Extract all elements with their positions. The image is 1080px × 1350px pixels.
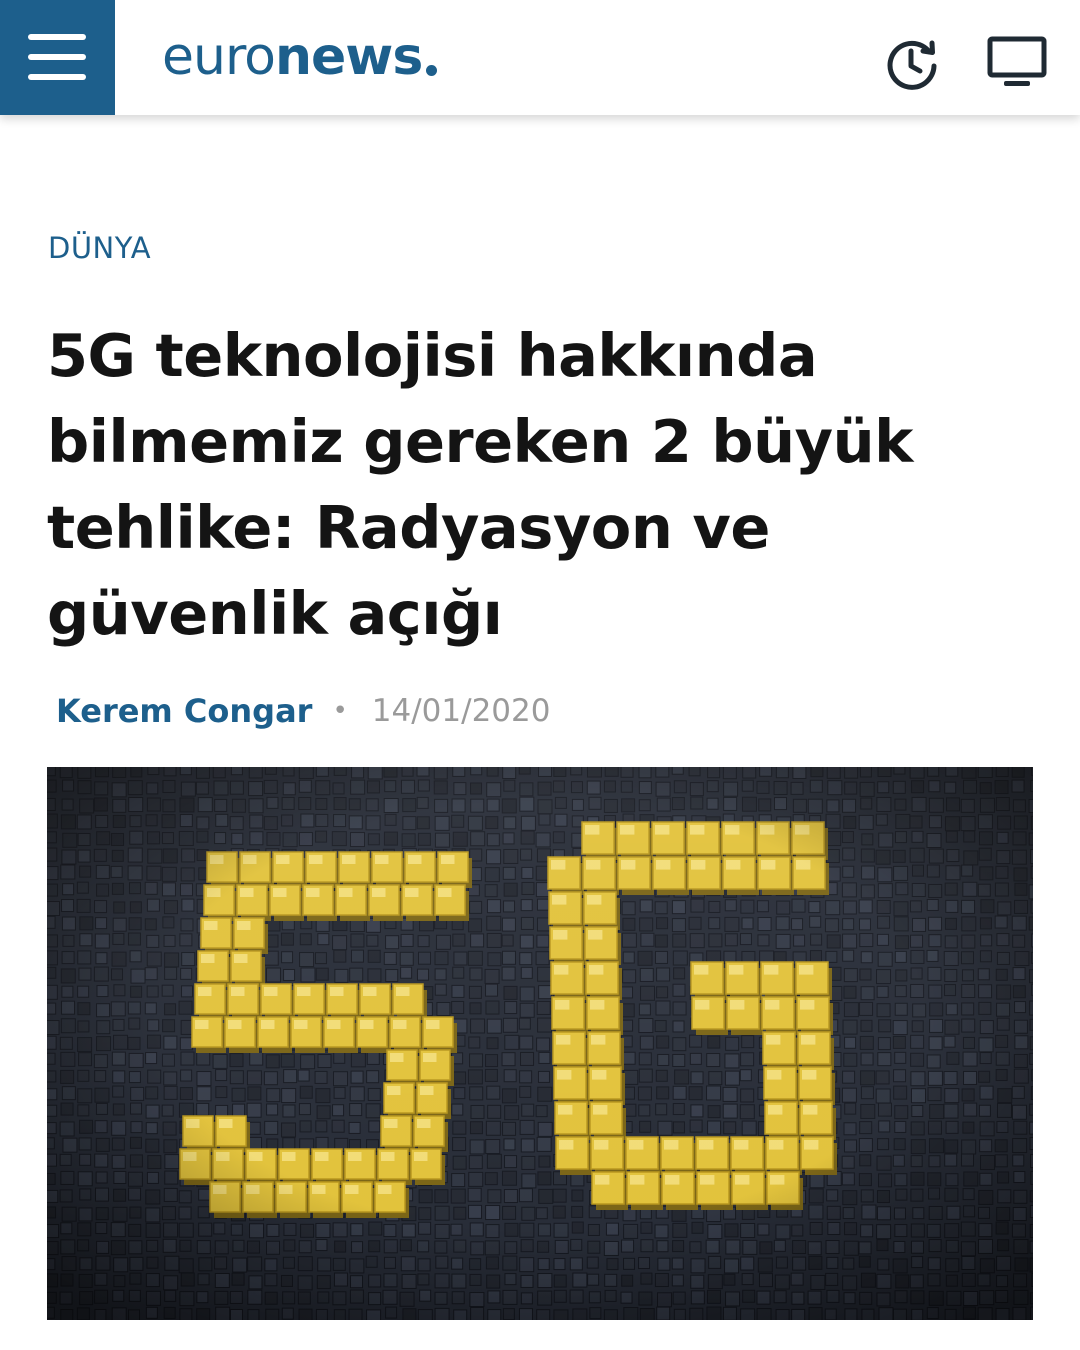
live-tv-button[interactable] [984, 33, 1050, 93]
hero-5g-illustration [47, 767, 1033, 1320]
hamburger-menu-icon-bar [28, 54, 86, 60]
logo-text-news: news [275, 27, 423, 87]
hamburger-menu-icon [28, 34, 86, 40]
category-label[interactable]: DÜNYA [48, 228, 151, 268]
logo-text-euro: euro [162, 27, 276, 87]
tv-monitor-icon [987, 36, 1047, 86]
hamburger-menu-icon-bar [28, 74, 86, 80]
menu-button[interactable] [0, 0, 115, 115]
logo-dot [426, 65, 438, 76]
author-name[interactable]: Kerem Congar [56, 692, 312, 730]
clock-history-icon [887, 40, 937, 90]
euronews-logo[interactable]: euronews [162, 22, 438, 92]
byline-separator: • [332, 696, 348, 726]
publish-date: 14/01/2020 [371, 693, 551, 729]
history-button[interactable] [880, 33, 942, 95]
article-page: euronews DÜNYA 5G teknolojisi hakkında b… [0, 0, 1080, 1350]
hero-image [47, 767, 1033, 1320]
top-bar: euronews [0, 0, 1080, 115]
article-headline: 5G teknolojisi hakkında bilmemiz gereken… [47, 321, 913, 648]
byline: Kerem Congar • 14/01/2020 [56, 688, 550, 734]
